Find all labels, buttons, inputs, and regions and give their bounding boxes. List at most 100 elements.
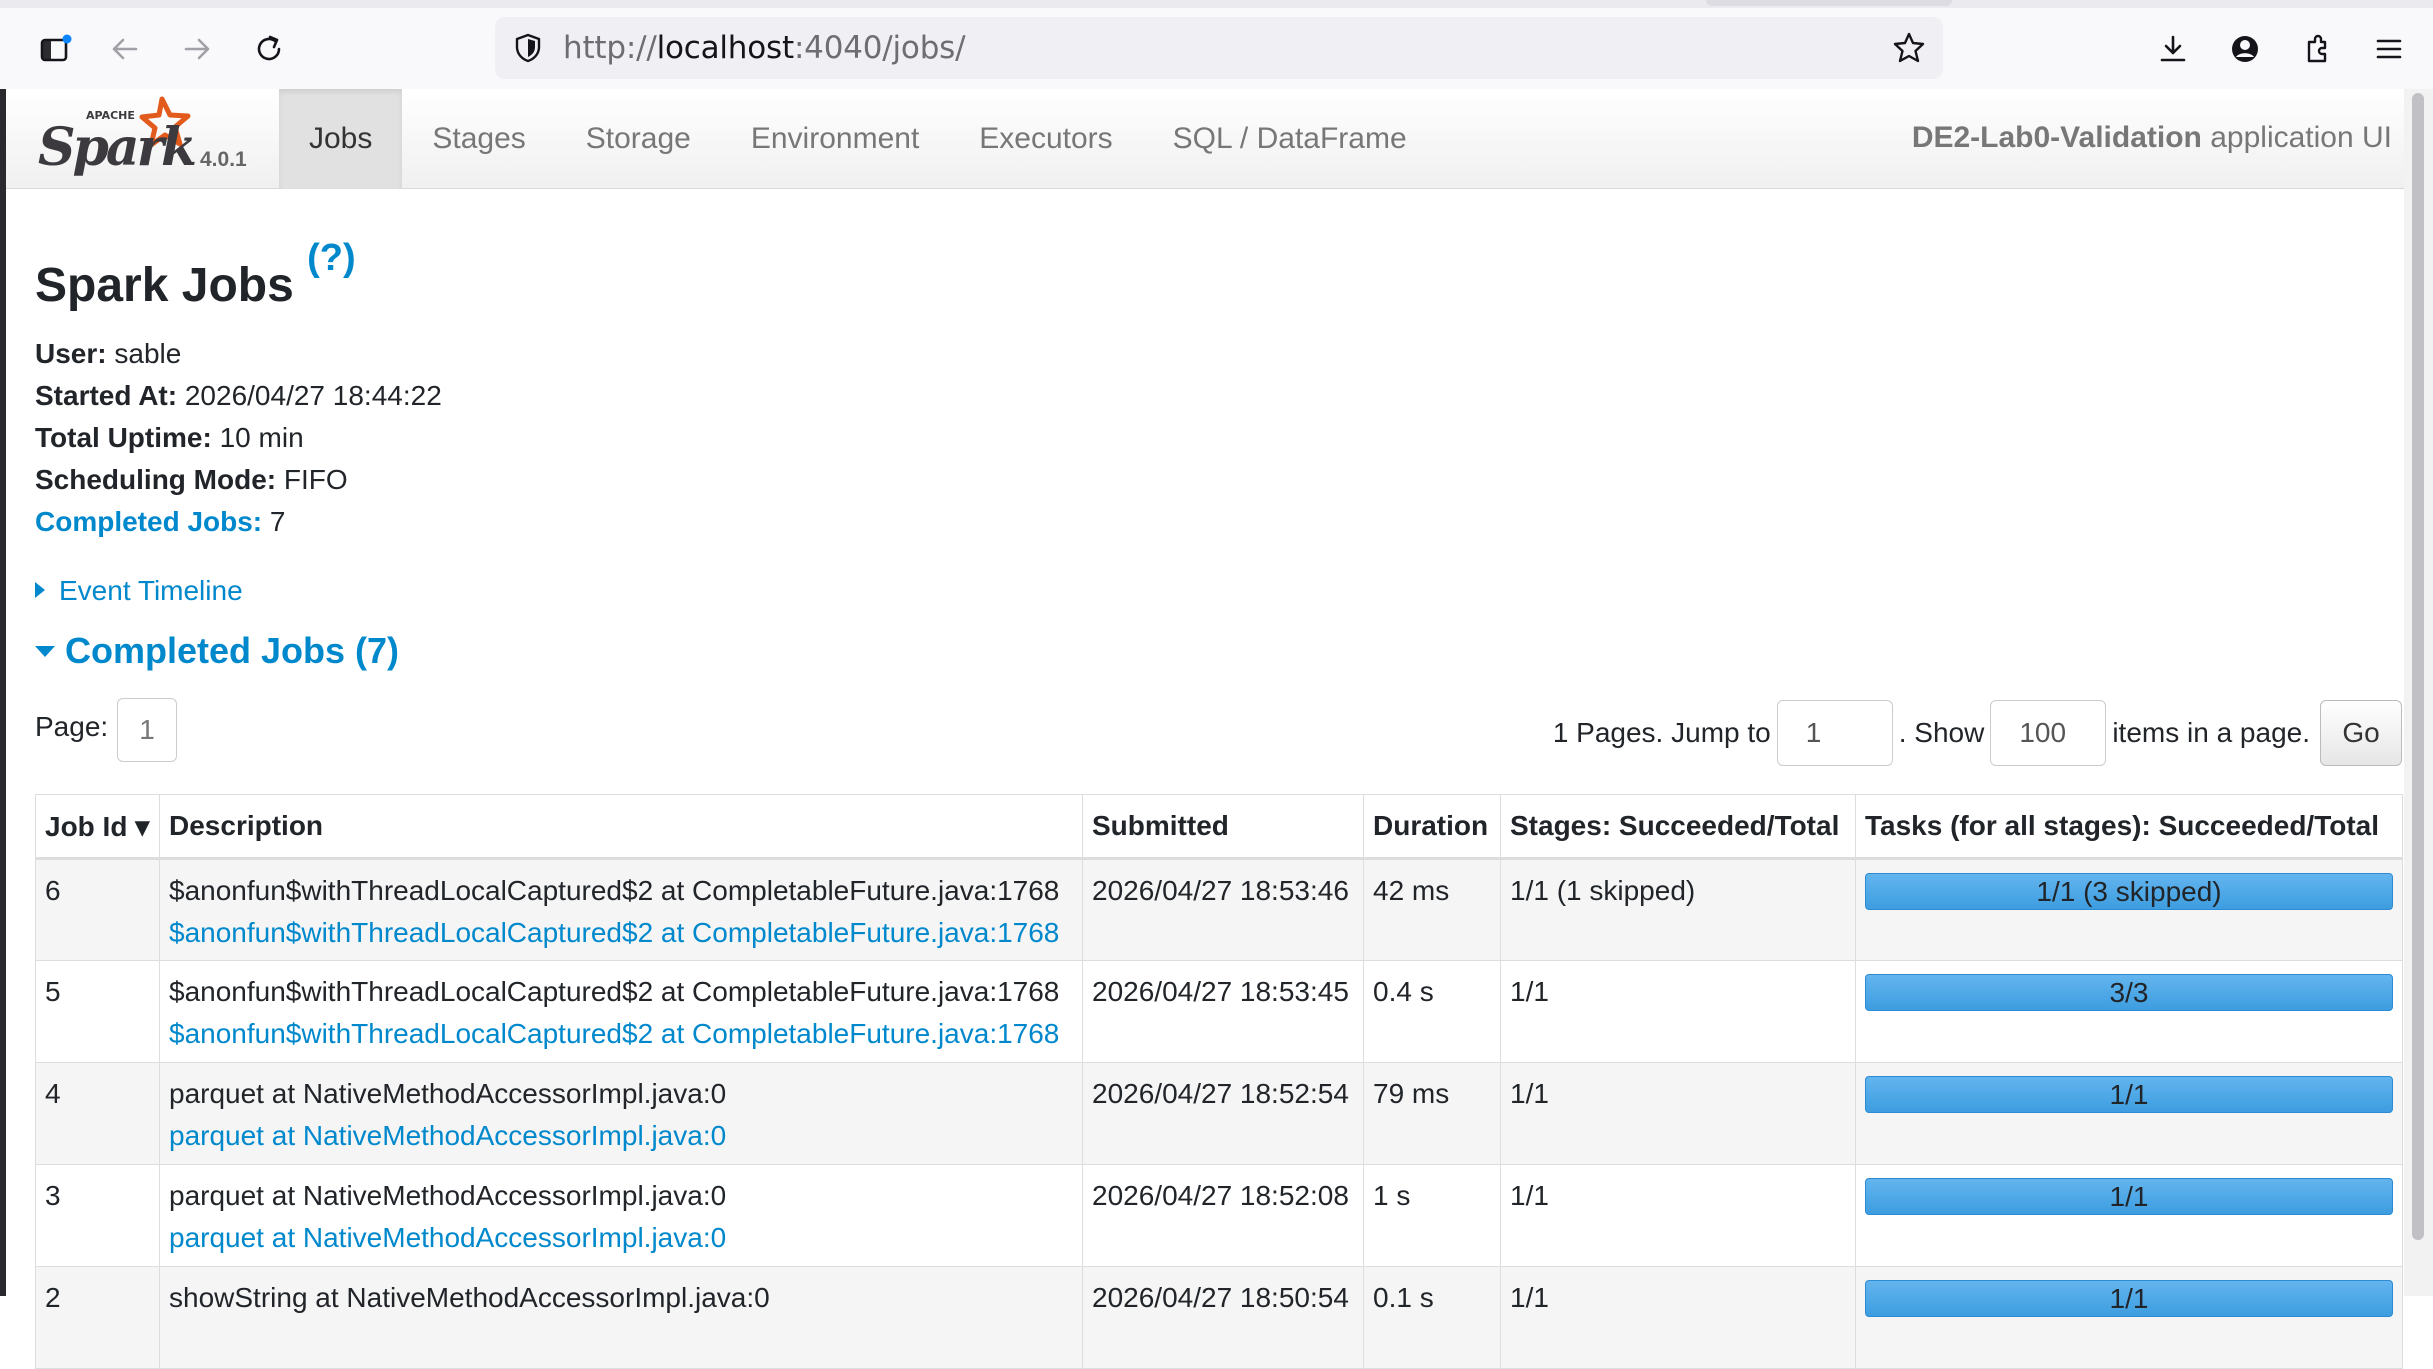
summary-started-at: Started At: 2026/04/27 18:44:22 (35, 380, 442, 411)
tab-strip (0, 0, 2433, 8)
task-progress-bar: 3/3 (1865, 974, 2393, 1011)
window-edge (0, 89, 6, 1296)
header-description[interactable]: Description (159, 794, 1083, 860)
collapse-arrow-icon (35, 646, 55, 657)
job-description: showString at NativeMethodAccessorImpl.j… (159, 1266, 1083, 1369)
tab-sql-dataframe[interactable]: SQL / DataFrame (1143, 89, 1437, 189)
job-tasks: 1/1 (1855, 1164, 2403, 1267)
job-stages: 1/1 (1500, 1164, 1856, 1267)
summary-scheduling-mode: Scheduling Mode: FIFO (35, 464, 348, 495)
app-name-strong: DE2-Lab0-Validation (1911, 121, 2202, 154)
menu-icon[interactable] (2364, 24, 2414, 74)
page-controls: 1 Pages. Jump to . Show items in a page.… (1553, 698, 2402, 768)
job-description: $anonfun$withThreadLocalCaptured$2 at Co… (159, 960, 1083, 1063)
account-icon[interactable] (2220, 24, 2270, 74)
completed-jobs-link[interactable]: Completed Jobs: (35, 506, 262, 537)
job-submitted: 2026/04/27 18:53:46 (1082, 858, 1364, 961)
downloads-icon[interactable] (2148, 24, 2198, 74)
nav-tabs: Jobs Stages Storage Environment Executor… (279, 89, 1437, 189)
app-name-suffix: application UI (2210, 121, 2392, 154)
job-duration: 1 s (1363, 1164, 1501, 1267)
job-id: 5 (35, 960, 160, 1063)
table-row: 6 $anonfun$withThreadLocalCaptured$2 at … (35, 858, 2403, 961)
page-size-input[interactable] (1990, 700, 2107, 766)
go-button[interactable]: Go (2320, 700, 2402, 766)
job-duration: 79 ms (1363, 1062, 1501, 1165)
tab-executors[interactable]: Executors (949, 89, 1142, 189)
browser-toolbar: http://localhost:4040/jobs/ (0, 0, 2433, 91)
job-stages: 1/1 (1500, 1266, 1856, 1369)
tab-environment[interactable]: Environment (721, 89, 949, 189)
job-submitted: 2026/04/27 18:53:45 (1082, 960, 1364, 1063)
app-name: DE2-Lab0-Validation application UI (1912, 121, 2392, 155)
items-text: items in a page. (2112, 717, 2310, 748)
forward-arrow-icon[interactable] (172, 24, 222, 74)
back-arrow-icon[interactable] (100, 24, 150, 74)
help-link[interactable]: (?) (307, 237, 356, 279)
header-stages[interactable]: Stages: Succeeded/Total (1500, 794, 1856, 860)
bookmark-star-icon[interactable] (1891, 30, 1927, 66)
spark-version: 4.0.1 (200, 148, 247, 171)
table-row: 3 parquet at NativeMethodAccessorImpl.ja… (35, 1164, 2403, 1267)
page-number[interactable]: 1 (117, 698, 177, 762)
description-text: $anonfun$withThreadLocalCaptured$2 at Co… (169, 976, 1060, 1007)
event-timeline-toggle[interactable]: Event Timeline (35, 575, 243, 607)
job-stages: 1/1 (1 skipped) (1500, 858, 1856, 961)
job-description: parquet at NativeMethodAccessorImpl.java… (159, 1164, 1083, 1267)
job-tasks: 1/1 (1855, 1266, 2403, 1369)
job-tasks: 3/3 (1855, 960, 2403, 1063)
description-text: parquet at NativeMethodAccessorImpl.java… (169, 1180, 727, 1211)
tab-storage[interactable]: Storage (556, 89, 721, 189)
header-job-id[interactable]: Job Id ▾ (35, 794, 160, 860)
job-id: 4 (35, 1062, 160, 1165)
page-title-text: Spark Jobs (35, 259, 294, 312)
table-row: 2 showString at NativeMethodAccessorImpl… (35, 1266, 2403, 1369)
description-link[interactable]: $anonfun$withThreadLocalCaptured$2 at Co… (169, 1018, 1059, 1049)
svg-text:Spark: Spark (38, 117, 195, 178)
tab-edge[interactable] (1706, 0, 1952, 6)
job-summary: User: sable Started At: 2026/04/27 18:44… (35, 333, 442, 543)
completed-jobs-title: Completed Jobs (7) (65, 630, 400, 671)
tab-jobs[interactable]: Jobs (279, 89, 403, 189)
scrollbar[interactable] (2404, 89, 2433, 1296)
summary-completed-jobs: Completed Jobs: 7 (35, 506, 286, 537)
description-link[interactable]: parquet at NativeMethodAccessorImpl.java… (169, 1222, 726, 1253)
task-progress-label: 1/1 (3 skipped) (2036, 876, 2222, 907)
extensions-icon[interactable] (2292, 24, 2342, 74)
event-timeline-label: Event Timeline (59, 575, 243, 606)
header-submitted[interactable]: Submitted (1082, 794, 1364, 860)
description-link[interactable]: $anonfun$withThreadLocalCaptured$2 at Co… (169, 917, 1059, 948)
expand-arrow-icon (35, 582, 45, 598)
task-progress-bar: 1/1 (3 skipped) (1865, 873, 2393, 910)
page-title: Spark Jobs (?) (35, 237, 356, 313)
shield-icon[interactable] (511, 31, 545, 65)
scrollbar-thumb[interactable] (2412, 93, 2424, 1240)
task-progress-label: 1/1 (2109, 1283, 2149, 1314)
summary-total-uptime: Total Uptime: 10 min (35, 422, 304, 453)
sidebar-toggle-icon[interactable] (30, 24, 80, 74)
job-description: parquet at NativeMethodAccessorImpl.java… (159, 1062, 1083, 1165)
pages-text: 1 Pages. Jump to (1552, 717, 1771, 748)
header-tasks[interactable]: Tasks (for all stages): Succeeded/Total (1855, 794, 2403, 860)
page-label: Page: (35, 711, 109, 742)
spark-logo[interactable]: Spark APACHE 4.0.1 (34, 93, 247, 183)
description-text: showString at NativeMethodAccessorImpl.j… (169, 1282, 770, 1313)
task-progress-label: 1/1 (2109, 1181, 2149, 1212)
job-submitted: 2026/04/27 18:52:54 (1082, 1062, 1364, 1165)
tab-stages[interactable]: Stages (402, 89, 555, 189)
job-stages: 1/1 (1500, 1062, 1856, 1165)
job-duration: 0.1 s (1363, 1266, 1501, 1369)
completed-jobs-header[interactable]: Completed Jobs (7) (35, 630, 399, 672)
header-duration[interactable]: Duration (1363, 794, 1501, 860)
reload-icon[interactable] (244, 24, 294, 74)
job-id: 3 (35, 1164, 160, 1267)
description-link[interactable]: parquet at NativeMethodAccessorImpl.java… (169, 1120, 726, 1151)
svg-text:APACHE: APACHE (86, 109, 135, 122)
url-text[interactable]: http://localhost:4040/jobs/ (563, 29, 966, 67)
show-text: . Show (1898, 717, 1985, 748)
task-progress-label: 1/1 (2109, 1079, 2149, 1110)
spark-navbar: Spark APACHE 4.0.1 Jobs Stages Storage E… (6, 89, 2404, 189)
address-bar[interactable]: http://localhost:4040/jobs/ (495, 17, 1943, 79)
job-submitted: 2026/04/27 18:52:08 (1082, 1164, 1364, 1267)
jump-to-input[interactable] (1776, 700, 1893, 766)
